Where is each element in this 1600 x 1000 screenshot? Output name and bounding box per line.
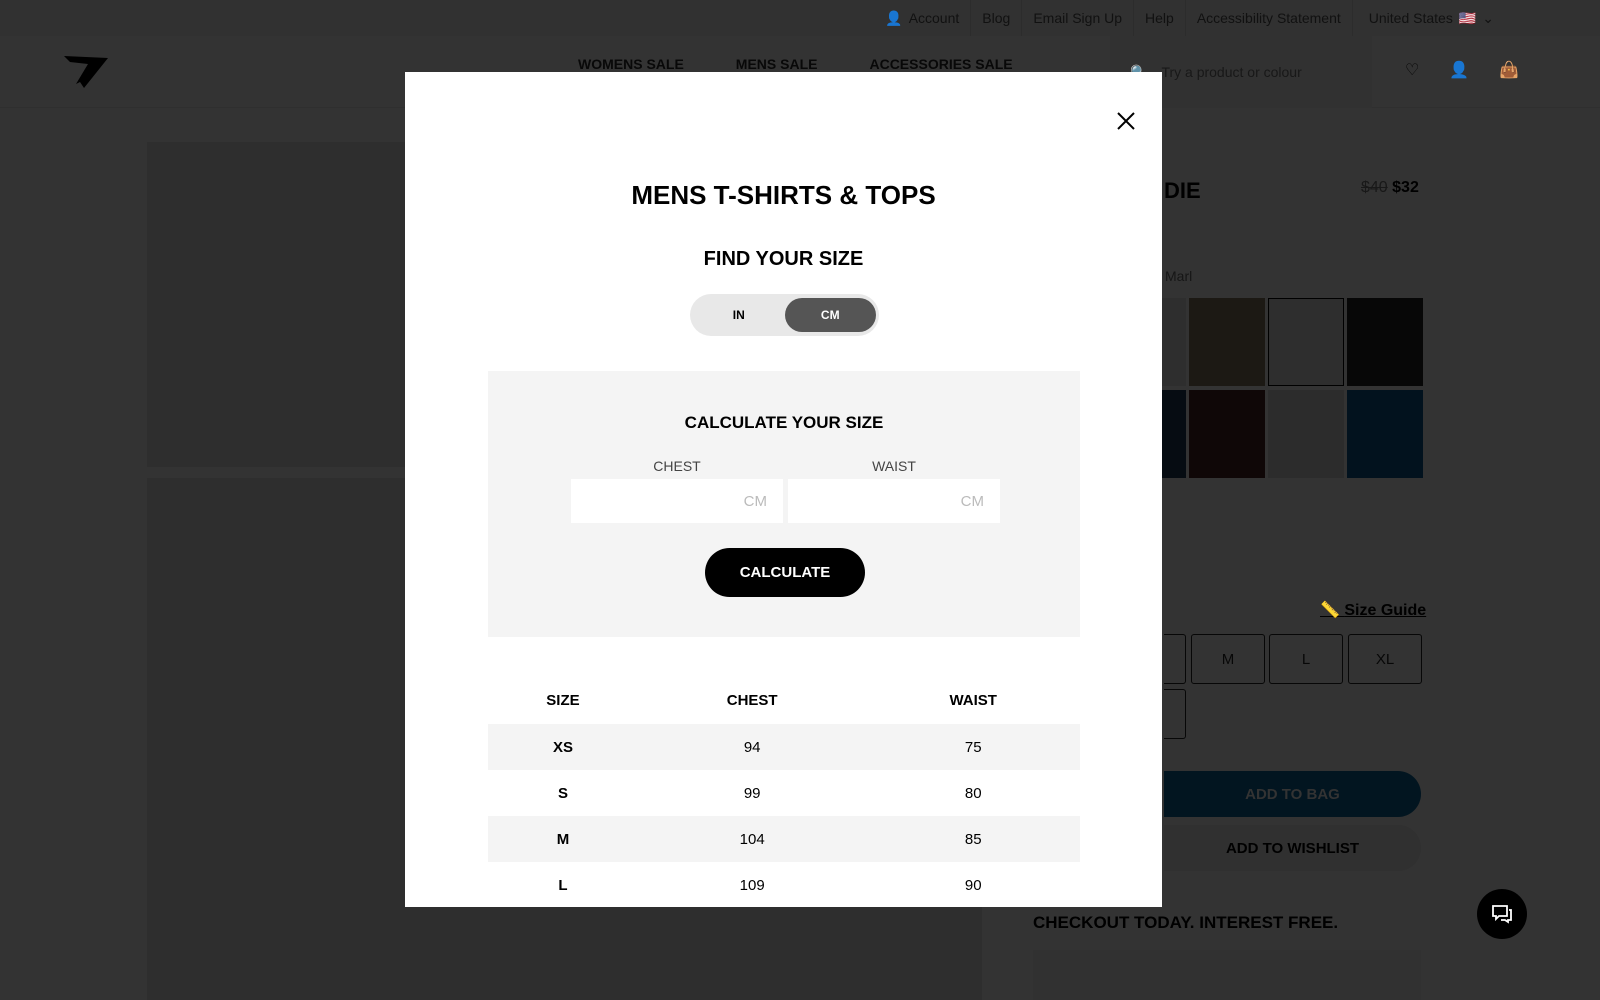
size-button[interactable] (1164, 634, 1186, 684)
column-header: CHEST (726, 691, 778, 709)
column-header: SIZE (546, 691, 580, 709)
colour-swatch[interactable] (1347, 390, 1423, 478)
checkout-promo: CHECKOUT TODAY. INTEREST FREE. (1033, 913, 1339, 932)
calculate-button[interactable]: CALCULATE (705, 548, 865, 597)
old-price: $40 (1361, 179, 1388, 196)
size-cell: M (556, 830, 570, 848)
calculate-heading: CALCULATE YOUR SIZE (684, 413, 884, 432)
ruler-icon: 📏 (1320, 602, 1340, 619)
chest-cell: 99 (743, 784, 761, 802)
waist-label: WAIST (872, 458, 916, 474)
country-selector[interactable]: United States 🇺🇸 ⌄ (1351, 0, 1505, 36)
nav-womens-sale[interactable]: WOMENS SALE (578, 56, 684, 72)
payment-box (1033, 950, 1421, 1000)
account-link[interactable]: 👤 Account (874, 0, 970, 36)
find-your-size-heading: FIND YOUR SIZE (703, 248, 864, 270)
table-row: L 109 90 (488, 862, 1080, 907)
unit-cm-option[interactable]: CM (784, 298, 876, 332)
colour-swatch[interactable] (1189, 390, 1265, 478)
unit-in-option[interactable]: IN (693, 298, 785, 332)
colour-swatch-selected[interactable] (1268, 298, 1344, 386)
us-flag-icon: 🇺🇸 (1458, 10, 1477, 26)
calculate-size-panel: CALCULATE YOUR SIZE CHEST WAIST CALCULAT… (488, 371, 1080, 637)
size-cell: L (558, 876, 568, 894)
chat-button[interactable] (1477, 889, 1527, 939)
table-row: S 99 80 (488, 770, 1080, 816)
waist-cell: 90 (964, 876, 982, 894)
column-header: WAIST (949, 691, 997, 709)
chest-cell: 109 (739, 876, 765, 894)
table-row: M 104 85 (488, 816, 1080, 862)
chest-input[interactable] (571, 479, 783, 523)
chest-cell: 94 (743, 738, 761, 756)
sale-price: $32 (1392, 179, 1419, 196)
blog-link[interactable]: Blog (970, 0, 1021, 36)
chat-icon (1492, 905, 1512, 924)
help-link[interactable]: Help (1133, 0, 1185, 36)
size-guide-link[interactable]: 📏 Size Guide (1320, 600, 1426, 620)
size-table: SIZE CHEST WAIST XS 94 75 S 99 80 M 104 85 L 10… (488, 676, 1080, 907)
modal-title: MENS T-SHIRTS & TOPS (631, 180, 936, 210)
email-signup-link[interactable]: Email Sign Up (1021, 0, 1133, 36)
chest-label: CHEST (653, 458, 701, 474)
add-to-bag-button[interactable]: ADD TO BAG (1164, 771, 1421, 817)
waist-cell: 75 (964, 738, 982, 756)
user-icon: 👤 (885, 10, 903, 26)
colour-swatch[interactable] (1189, 298, 1265, 386)
wishlist-heart-icon[interactable]: ♡ (1405, 60, 1419, 80)
close-icon[interactable] (1111, 106, 1141, 136)
waist-cell: 85 (964, 830, 982, 848)
size-button-xl[interactable]: XL (1348, 634, 1422, 684)
size-button[interactable] (1164, 689, 1186, 739)
main-nav: WOMENS SALE MENS SALE ACCESSORIES SALE (578, 56, 1013, 72)
chevron-down-icon: ⌄ (1482, 10, 1494, 26)
nav-mens-sale[interactable]: MENS SALE (736, 56, 818, 72)
size-guide-modal: MENS T-SHIRTS & TOPS FIND YOUR SIZE IN C… (405, 72, 1162, 907)
colour-swatch[interactable] (1268, 390, 1344, 478)
logo[interactable] (62, 54, 110, 90)
chest-cell: 104 (739, 830, 765, 848)
nav-accessories-sale[interactable]: ACCESSORIES SALE (869, 56, 1012, 72)
size-button-l[interactable]: L (1269, 634, 1343, 684)
size-button-m[interactable]: M (1191, 634, 1265, 684)
colour-name: Marl (1165, 268, 1193, 284)
accessibility-link[interactable]: Accessibility Statement (1184, 0, 1352, 36)
unit-toggle[interactable]: IN CM (690, 294, 879, 336)
waist-input[interactable] (788, 479, 1000, 523)
table-row: XS 94 75 (488, 724, 1080, 770)
size-cell: S (557, 784, 568, 802)
account-icon[interactable]: 👤 (1449, 60, 1469, 80)
add-to-wishlist-button[interactable]: ADD TO WISHLIST (1164, 825, 1421, 871)
product-image-back[interactable] (147, 142, 405, 467)
top-utility-bar: 👤 Account Blog Email Sign Up Help Accessi… (0, 0, 1600, 36)
size-cell: XS (552, 738, 573, 756)
product-title: DIE (1164, 178, 1201, 203)
waist-cell: 80 (964, 784, 982, 802)
colour-swatch[interactable] (1347, 298, 1423, 386)
bag-icon[interactable]: 👜 (1499, 60, 1519, 80)
